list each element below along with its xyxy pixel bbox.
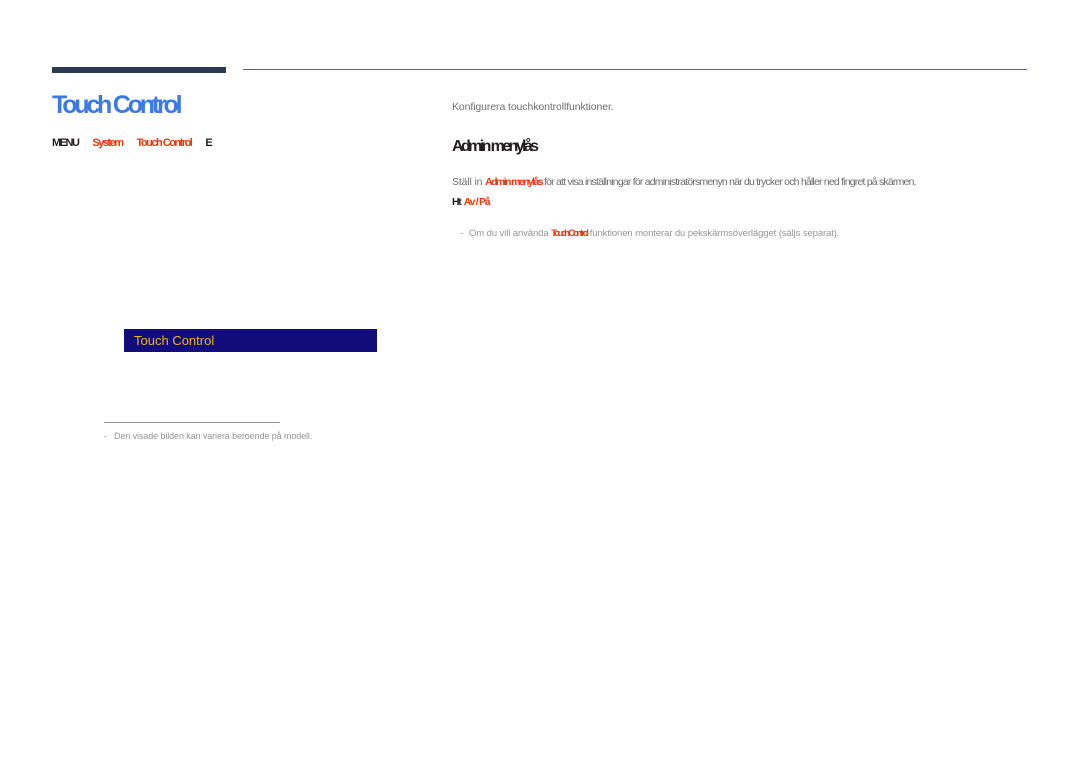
note-bullet: - Om du vill använda Touch Control-funkti…	[460, 227, 1032, 240]
option-on[interactable]: På	[479, 196, 491, 208]
breadcrumb-menu[interactable]: MENU	[52, 137, 80, 149]
note-before: Om du vill använda	[469, 228, 552, 240]
footnote-text: Den visade bilden kan variera beroende p…	[114, 431, 313, 441]
header-rule-thin	[243, 69, 1027, 70]
breadcrumb: MENU System Touch Control E	[52, 138, 422, 149]
left-footnote: - Den visade bilden kan variera beroende …	[104, 430, 464, 443]
body-paragraph: Ställ in Admin menylås för att visa inst…	[452, 175, 1032, 190]
options-line: Ht Av / På	[452, 195, 1032, 210]
right-column: Konfigurera touchkontrollfunktioner. Adm…	[452, 100, 1032, 240]
note-dash: -	[460, 228, 464, 240]
paragraph-after: för att visa inställningar för administr…	[541, 175, 917, 188]
touch-control-screen-preview: Touch Control	[124, 329, 377, 352]
option-off[interactable]: Av	[464, 196, 476, 208]
breadcrumb-enter[interactable]: E	[205, 137, 213, 149]
header-rule-thick	[52, 67, 226, 73]
intro-text: Konfigurera touchkontrollfunktioner.	[452, 101, 614, 113]
page-title: Touch Control	[52, 91, 183, 119]
options-glyph: t	[458, 196, 462, 209]
breadcrumb-system[interactable]: System	[92, 137, 124, 149]
section-heading: Admin menylås	[452, 137, 539, 155]
footnote-divider	[104, 422, 280, 423]
touch-control-screen-label: Touch Control	[134, 333, 215, 348]
note-term: Touch Control	[551, 228, 589, 240]
paragraph-term: Admin menylås	[485, 175, 543, 188]
paragraph-before: Ställ in	[452, 175, 486, 188]
breadcrumb-feature[interactable]: Touch Control	[137, 137, 193, 149]
footnote-dash: -	[104, 431, 107, 441]
note-after: -funktionen monterar du pekskärmsöverläg…	[586, 228, 840, 240]
left-column: Touch Control MENU System Touch Control E T…	[52, 91, 422, 441]
